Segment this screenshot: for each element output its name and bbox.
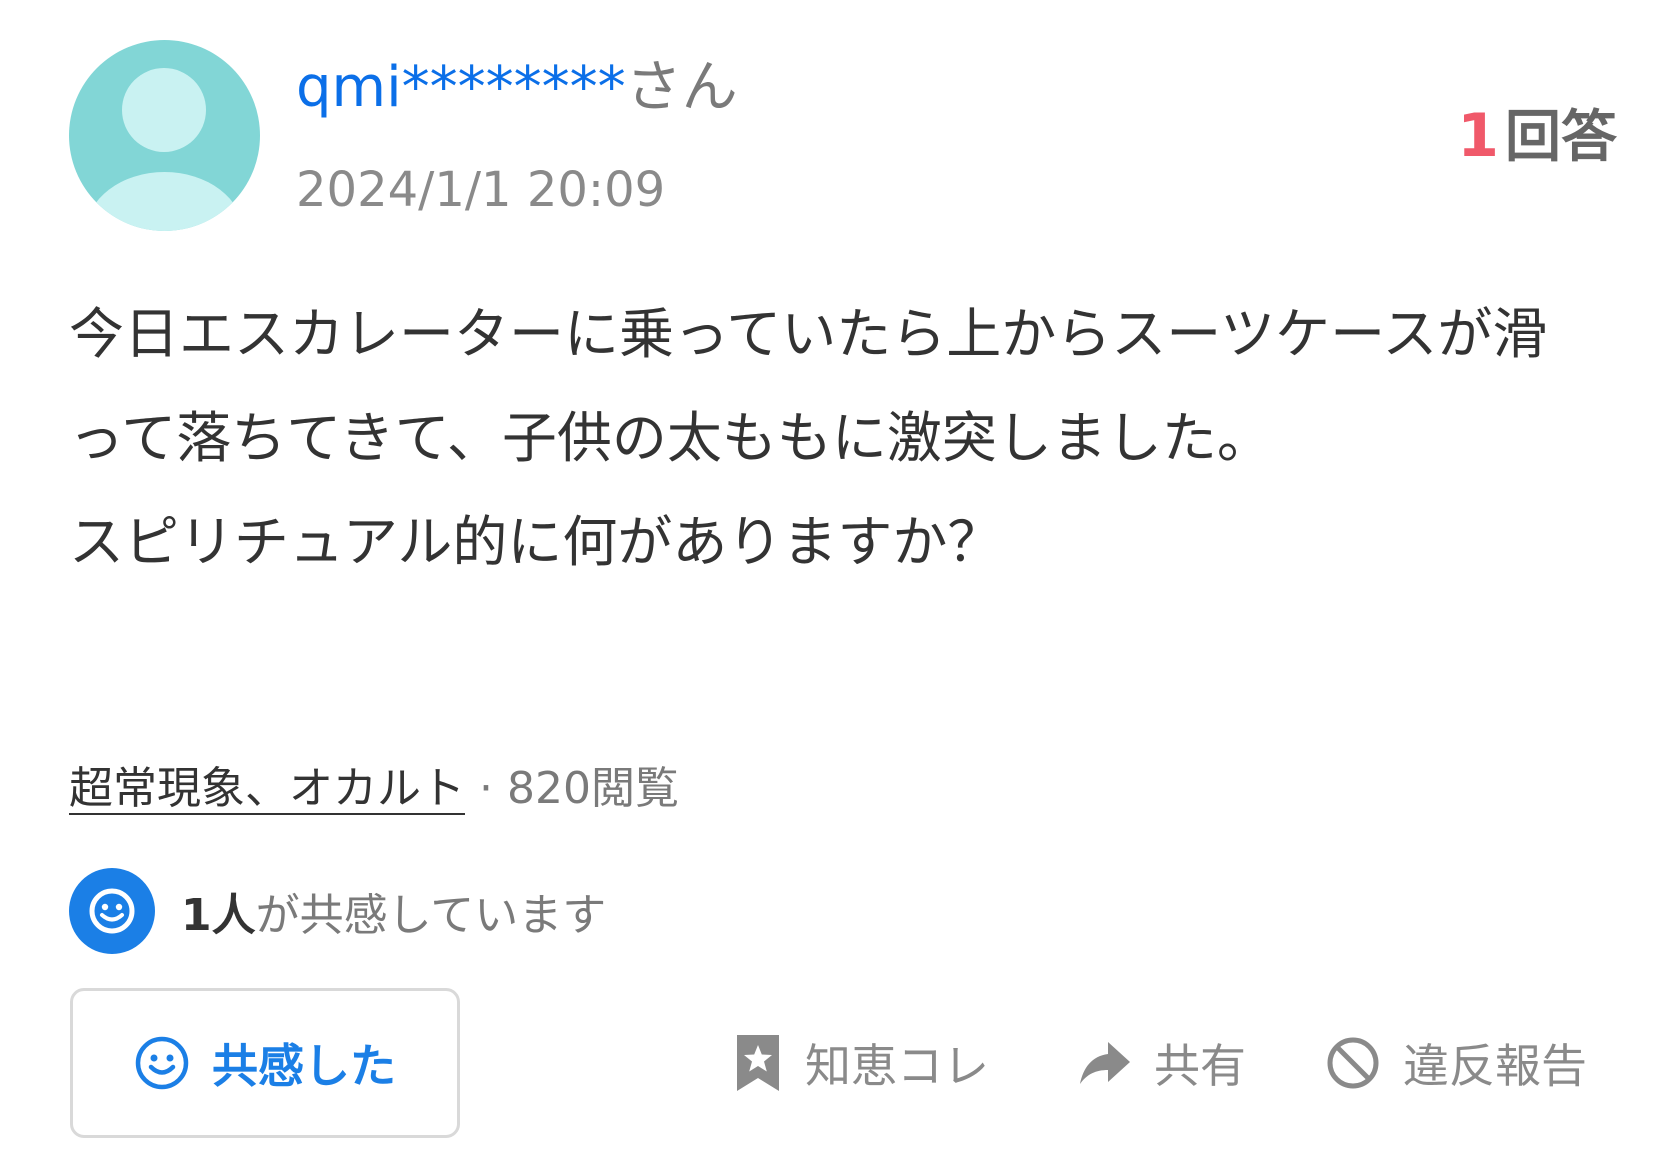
username-link[interactable]: qmi********	[296, 55, 626, 120]
bookmark-label: 知恵コレ	[805, 1039, 989, 1093]
report-button[interactable]: 違反報告	[1325, 1030, 1587, 1096]
prohibited-icon	[1325, 1035, 1381, 1091]
smile-icon	[69, 868, 155, 954]
avatar-body-shape	[86, 172, 243, 231]
user-line: qmi********さん	[296, 52, 738, 124]
share-button[interactable]: 共有	[1078, 1030, 1246, 1096]
answer-count[interactable]: 1 回答	[1457, 100, 1617, 187]
question-meta: 超常現象、オカルト · 820閲覧	[69, 760, 679, 818]
smile-icon	[134, 1035, 190, 1091]
empathy-text: 1人が共感しています	[181, 879, 606, 943]
bookmark-button[interactable]: 知恵コレ	[733, 1030, 989, 1096]
empathize-button[interactable]: 共感した	[70, 988, 460, 1138]
answer-count-label: 回答	[1505, 105, 1617, 170]
category-link[interactable]: 超常現象、オカルト	[69, 763, 465, 814]
empathy-count: 1人	[181, 890, 256, 941]
username-honorific: さん	[625, 55, 738, 120]
empathy-label: が共感しています	[255, 890, 607, 941]
empathy-summary: 1人が共感しています	[69, 866, 606, 956]
view-count: · 820閲覧	[465, 763, 679, 814]
question-body: 今日エスカレーターに乗っていたら上からスーツケースが滑って落ちてきて、子供の太も…	[69, 302, 1548, 574]
share-label: 共有	[1154, 1039, 1246, 1093]
avatar-head-shape	[122, 68, 206, 152]
empathize-label: 共感した	[212, 1039, 396, 1093]
share-arrow-icon	[1078, 1038, 1132, 1088]
answer-count-number: 1	[1457, 101, 1499, 171]
report-label: 違反報告	[1403, 1039, 1587, 1093]
user-avatar[interactable]	[69, 40, 260, 231]
bookmark-star-icon	[733, 1033, 783, 1093]
post-date: 2024/1/1 20:09	[296, 162, 666, 218]
